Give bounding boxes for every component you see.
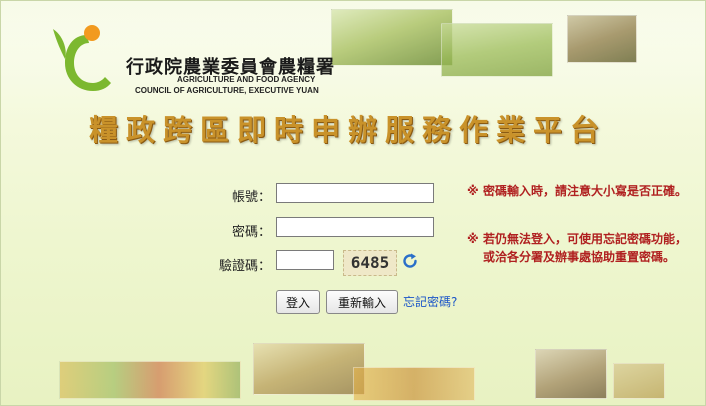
farm-photo-harvester (441, 23, 553, 77)
produce-photo-beans (613, 363, 665, 399)
captcha-label: 驗證碼： (218, 259, 271, 274)
note-reset-help: ※ 若仍無法登入，可使用忘記密碼功能，或洽各分署及辦事處協助重置密碼。 (467, 230, 697, 290)
note-text: 若仍無法登入，可使用忘記密碼功能，或洽各分署及辦事處協助重置密碼。 (483, 232, 688, 264)
produce-photo-seeds (535, 349, 607, 399)
account-label: 帳號： (231, 190, 271, 205)
page-title: 糧政跨區即時申辦服務作業平台 (89, 113, 608, 147)
agency-name-en-line1: AGRICULTURE AND FOOD AGENCY (177, 75, 316, 84)
account-input[interactable] (276, 183, 434, 203)
captcha-image: 6485 (343, 250, 397, 276)
forgot-password-link[interactable]: 忘記密碼? (403, 293, 457, 310)
refresh-icon[interactable] (401, 252, 419, 270)
password-input[interactable] (276, 217, 434, 237)
login-button[interactable]: 登入 (276, 290, 320, 314)
note-mark: ※ (467, 184, 479, 198)
note-mark: ※ (467, 232, 479, 246)
produce-photo-vegetables (59, 361, 241, 399)
produce-photo-grains (253, 343, 365, 395)
captcha-input[interactable] (276, 250, 334, 270)
agency-logo (53, 25, 111, 91)
farm-photo-rice-field (331, 9, 453, 66)
note-case-sensitive: ※ 密碼輸入時，請注意大小寫是否正確。 (467, 182, 697, 222)
login-page: 行政院農業委員會農糧署 AGRICULTURE AND FOOD AGENCY … (0, 0, 706, 406)
reset-button[interactable]: 重新輸入 (326, 290, 398, 314)
farm-photo-machinery (567, 15, 637, 63)
agency-name-en-line2: COUNCIL OF AGRICULTURE, EXECUTIVE YUAN (135, 86, 319, 95)
produce-photo-corn (353, 367, 475, 401)
note-text: 密碼輸入時，請注意大小寫是否正確。 (483, 184, 688, 198)
password-label: 密碼： (231, 225, 271, 240)
